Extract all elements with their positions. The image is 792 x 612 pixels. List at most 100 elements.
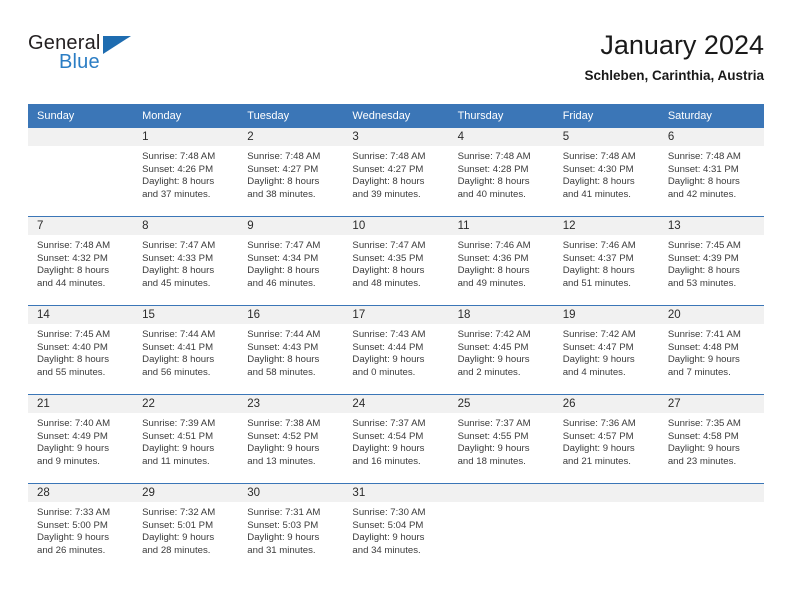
day-number [448,484,554,502]
calendar-day-cell[interactable]: 8 Sunrise: 7:47 AM Sunset: 4:33 PM Daylight… [133,216,239,306]
calendar-day-cell[interactable]: 14 Sunrise: 7:45 AM Sunset: 4:40 PM Dayligh… [28,305,134,395]
calendar-week-row: 7 Sunrise: 7:48 AM Sunset: 4:32 PM Daylight… [28,216,764,306]
calendar-day-cell[interactable]: 27 Sunrise: 7:35 AM Sunset: 4:58 PM Dayligh… [658,394,764,484]
sunset-text: Sunset: 4:28 PM [457,163,529,175]
sunrise-text: Sunrise: 7:48 AM [247,151,321,162]
calendar-day-cell[interactable]: 22 Sunrise: 7:39 AM Sunset: 4:51 PM Dayligh… [133,394,239,484]
calendar-page: General Blue January 2024 Schleben, Cari… [0,0,792,612]
day-number: 31 [343,484,449,502]
day-number: 12 [553,217,659,235]
day-details: Sunrise: 7:42 AM Sunset: 4:45 PM Daylight:… [449,324,554,379]
sunrise-text: Sunrise: 7:39 AM [142,418,216,429]
daylight-text: Daylight: 8 hours and 58 minutes. [247,354,320,378]
day-number: 16 [238,306,344,324]
sunrise-text: Sunrise: 7:45 AM [37,329,111,340]
sunrise-text: Sunrise: 7:47 AM [247,240,321,251]
calendar-day-cell[interactable]: 13 Sunrise: 7:45 AM Sunset: 4:39 PM Dayligh… [658,216,764,306]
sunrise-text: Sunrise: 7:44 AM [247,329,321,340]
day-cell-content: 9 Sunrise: 7:47 AM Sunset: 4:34 PM Daylight… [238,217,344,305]
day-number: 9 [238,217,344,235]
daylight-text: Daylight: 8 hours and 40 minutes. [457,176,530,200]
calendar-day-cell[interactable]: 6 Sunrise: 7:48 AM Sunset: 4:31 PM Daylight… [658,128,764,217]
calendar-day-cell[interactable]: 7 Sunrise: 7:48 AM Sunset: 4:32 PM Daylight… [28,216,134,306]
calendar-day-cell[interactable]: 4 Sunrise: 7:48 AM Sunset: 4:28 PM Daylight… [448,128,554,217]
calendar-day-cell[interactable]: 1 Sunrise: 7:48 AM Sunset: 4:26 PM Daylight… [133,128,239,217]
day-details: Sunrise: 7:47 AM Sunset: 4:34 PM Daylight:… [238,235,343,290]
day-cell-content: 2 Sunrise: 7:48 AM Sunset: 4:27 PM Daylight… [238,128,344,216]
sunset-text: Sunset: 4:47 PM [562,341,634,353]
sunrise-text: Sunrise: 7:44 AM [142,329,216,340]
calendar-day-cell[interactable]: 24 Sunrise: 7:37 AM Sunset: 4:54 PM Dayligh… [343,394,449,484]
calendar-day-cell[interactable]: 26 Sunrise: 7:36 AM Sunset: 4:57 PM Dayligh… [553,394,659,484]
calendar-day-cell[interactable]: 31 Sunrise: 7:30 AM Sunset: 5:04 PM Dayligh… [343,483,449,572]
triangle-icon [103,36,131,54]
daylight-text: Daylight: 9 hours and 34 minutes. [352,532,425,556]
calendar-table: Sunday Monday Tuesday Wednesday Thursday… [28,104,764,572]
day-details: Sunrise: 7:46 AM Sunset: 4:37 PM Daylight:… [554,235,659,290]
day-details: Sunrise: 7:45 AM Sunset: 4:39 PM Daylight:… [659,235,764,290]
title-block: January 2024 Schleben, Carinthia, Austri… [584,28,764,84]
calendar-header-row: Sunday Monday Tuesday Wednesday Thursday… [28,104,764,128]
calendar-day-cell[interactable]: 16 Sunrise: 7:44 AM Sunset: 4:43 PM Dayligh… [238,305,344,395]
daylight-text: Daylight: 9 hours and 26 minutes. [37,532,109,556]
calendar-day-cell[interactable]: 9 Sunrise: 7:47 AM Sunset: 4:34 PM Daylight… [238,216,344,306]
sunrise-text: Sunrise: 7:47 AM [142,240,216,251]
day-cell-content: 12 Sunrise: 7:46 AM Sunset: 4:37 PM Dayligh… [553,217,659,305]
calendar-day-cell[interactable]: 17 Sunrise: 7:43 AM Sunset: 4:44 PM Dayligh… [343,305,449,395]
sunrise-text: Sunrise: 7:31 AM [247,507,321,518]
day-cell-content: 23 Sunrise: 7:38 AM Sunset: 4:52 PM Dayligh… [238,395,344,483]
day-cell-content [448,484,554,572]
day-cell-content: 1 Sunrise: 7:48 AM Sunset: 4:26 PM Daylight… [133,128,239,216]
day-details: Sunrise: 7:48 AM Sunset: 4:28 PM Daylight:… [449,146,554,201]
day-details: Sunrise: 7:47 AM Sunset: 4:33 PM Daylight:… [133,235,238,290]
calendar-day-cell[interactable]: 11 Sunrise: 7:46 AM Sunset: 4:36 PM Dayligh… [448,216,554,306]
sunset-text: Sunset: 4:27 PM [352,163,424,175]
calendar-day-cell[interactable]: 3 Sunrise: 7:48 AM Sunset: 4:27 PM Daylight… [343,128,449,217]
sunset-text: Sunset: 5:00 PM [37,519,108,531]
daylight-text: Daylight: 8 hours and 46 minutes. [247,265,320,289]
weekday-header-friday: Friday [553,104,659,128]
sunrise-text: Sunrise: 7:37 AM [352,418,426,429]
calendar-day-cell[interactable]: 15 Sunrise: 7:44 AM Sunset: 4:41 PM Dayligh… [133,305,239,395]
day-cell-content: 31 Sunrise: 7:30 AM Sunset: 5:04 PM Dayligh… [343,484,449,572]
calendar-day-cell[interactable]: 20 Sunrise: 7:41 AM Sunset: 4:48 PM Dayligh… [658,305,764,395]
daylight-text: Daylight: 9 hours and 21 minutes. [562,443,635,467]
daylight-text: Daylight: 8 hours and 48 minutes. [352,265,425,289]
day-cell-content: 19 Sunrise: 7:42 AM Sunset: 4:47 PM Dayligh… [553,306,659,394]
calendar-day-cell[interactable]: 21 Sunrise: 7:40 AM Sunset: 4:49 PM Dayligh… [28,394,134,484]
calendar-day-cell[interactable]: 10 Sunrise: 7:47 AM Sunset: 4:35 PM Dayligh… [343,216,449,306]
calendar-day-cell[interactable]: 12 Sunrise: 7:46 AM Sunset: 4:37 PM Dayligh… [553,216,659,306]
sunrise-text: Sunrise: 7:30 AM [352,507,426,518]
sunset-text: Sunset: 4:52 PM [247,430,319,442]
calendar-day-cell[interactable]: 29 Sunrise: 7:32 AM Sunset: 5:01 PM Dayligh… [133,483,239,572]
sunset-text: Sunset: 4:33 PM [142,252,214,264]
calendar-day-cell [448,483,554,572]
calendar-day-cell[interactable]: 19 Sunrise: 7:42 AM Sunset: 4:47 PM Dayligh… [553,305,659,395]
daylight-text: Daylight: 9 hours and 7 minutes. [667,354,740,378]
day-cell-content: 20 Sunrise: 7:41 AM Sunset: 4:48 PM Dayligh… [658,306,764,394]
sunset-text: Sunset: 4:36 PM [457,252,529,264]
brand-logo[interactable]: General Blue [28,32,228,88]
day-cell-content: 4 Sunrise: 7:48 AM Sunset: 4:28 PM Daylight… [448,128,554,216]
sunrise-text: Sunrise: 7:38 AM [247,418,321,429]
day-details: Sunrise: 7:45 AM Sunset: 4:40 PM Daylight:… [28,324,133,379]
calendar-day-cell[interactable]: 25 Sunrise: 7:37 AM Sunset: 4:55 PM Dayligh… [448,394,554,484]
sunrise-text: Sunrise: 7:40 AM [37,418,111,429]
day-details: Sunrise: 7:30 AM Sunset: 5:04 PM Daylight:… [343,502,448,557]
sunrise-text: Sunrise: 7:42 AM [457,329,531,340]
calendar-day-cell[interactable]: 30 Sunrise: 7:31 AM Sunset: 5:03 PM Dayligh… [238,483,344,572]
calendar-day-cell[interactable]: 5 Sunrise: 7:48 AM Sunset: 4:30 PM Daylight… [553,128,659,217]
calendar-day-cell[interactable]: 28 Sunrise: 7:33 AM Sunset: 5:00 PM Dayligh… [28,483,134,572]
sunset-text: Sunset: 4:37 PM [562,252,634,264]
day-number: 23 [238,395,344,413]
sunset-text: Sunset: 4:26 PM [142,163,214,175]
sunset-text: Sunset: 4:49 PM [37,430,108,442]
calendar-day-cell[interactable]: 2 Sunrise: 7:48 AM Sunset: 4:27 PM Daylight… [238,128,344,217]
day-details: Sunrise: 7:48 AM Sunset: 4:32 PM Daylight:… [28,235,133,290]
calendar-day-cell[interactable]: 23 Sunrise: 7:38 AM Sunset: 4:52 PM Dayligh… [238,394,344,484]
calendar-day-cell[interactable]: 18 Sunrise: 7:42 AM Sunset: 4:45 PM Dayligh… [448,305,554,395]
sunset-text: Sunset: 4:27 PM [247,163,319,175]
day-details: Sunrise: 7:44 AM Sunset: 4:41 PM Daylight:… [133,324,238,379]
daylight-text: Daylight: 9 hours and 18 minutes. [457,443,530,467]
day-cell-content: 6 Sunrise: 7:48 AM Sunset: 4:31 PM Daylight… [658,128,764,216]
